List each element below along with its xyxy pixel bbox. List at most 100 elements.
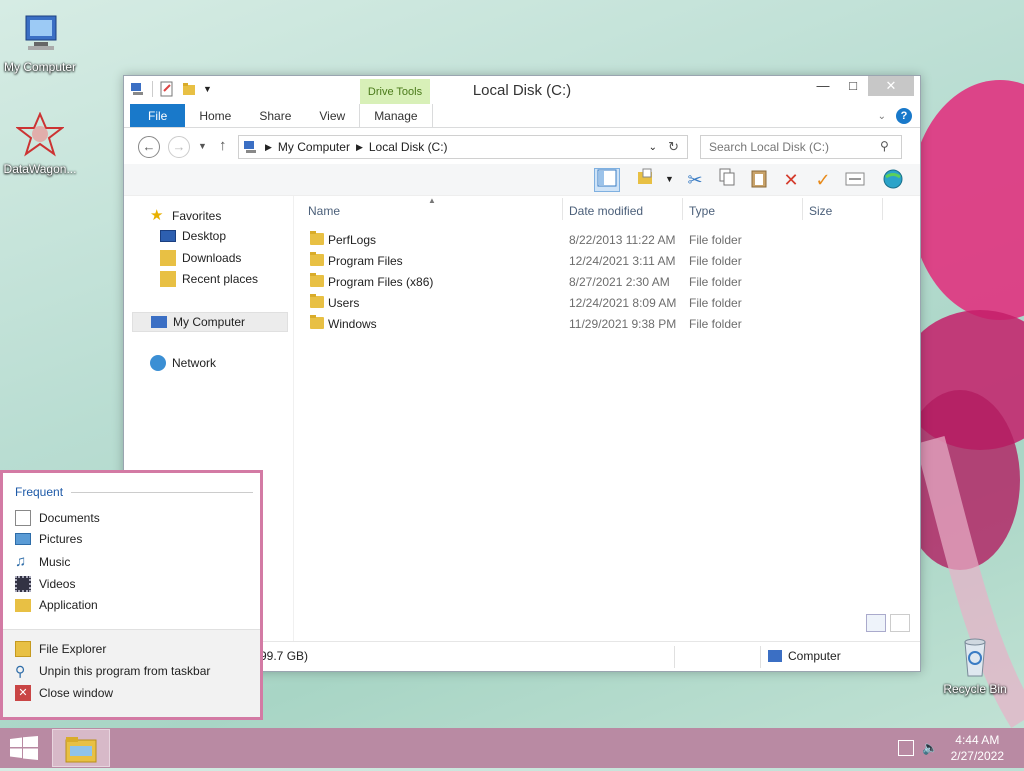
close-icon: ✕ bbox=[15, 685, 31, 701]
column-header-type[interactable]: Type bbox=[689, 204, 715, 218]
file-date: 11/29/2021 9:38 PM bbox=[569, 317, 677, 331]
preview-pane-button[interactable] bbox=[594, 168, 620, 192]
desktop-icon-label: DataWagon... bbox=[3, 162, 77, 176]
breadcrumb-local-disk[interactable]: Local Disk (C:) bbox=[369, 140, 448, 154]
title-bar[interactable]: ▼ Drive Tools Local Disk (C:) — □ ✕ bbox=[124, 76, 920, 105]
table-row[interactable]: Users 12/24/2021 8:09 AM File folder bbox=[304, 293, 904, 314]
jump-list-file-explorer[interactable]: File Explorer bbox=[15, 641, 106, 657]
back-button[interactable]: ← bbox=[138, 136, 160, 158]
close-button[interactable]: ✕ bbox=[868, 76, 914, 96]
file-name: Program Files bbox=[328, 254, 403, 268]
volume-muted-icon[interactable]: 🔈 bbox=[922, 740, 938, 756]
network-tray-icon[interactable] bbox=[898, 740, 914, 756]
search-icon[interactable]: ⚲ bbox=[880, 139, 889, 153]
large-icons-view-icon[interactable] bbox=[890, 614, 910, 632]
jump-list-label: Unpin this program from taskbar bbox=[39, 664, 211, 678]
status-zone: Computer bbox=[788, 649, 841, 663]
ribbon-right-controls: ⌄ ? bbox=[878, 108, 912, 124]
breadcrumb-my-computer[interactable]: My Computer bbox=[278, 140, 350, 154]
desktop-icon-my-computer[interactable]: My Computer bbox=[0, 10, 80, 74]
start-button[interactable] bbox=[10, 736, 38, 760]
folder-icon bbox=[15, 598, 31, 612]
breadcrumb-separator-icon[interactable]: ▶ bbox=[356, 142, 363, 153]
jump-list-item-music[interactable]: ♫ Music bbox=[15, 554, 70, 570]
file-name: Windows bbox=[328, 317, 377, 331]
column-divider[interactable] bbox=[802, 198, 803, 220]
desktop-icon-recycle-bin[interactable]: Recycle Bin bbox=[935, 632, 1015, 696]
column-divider[interactable] bbox=[562, 198, 563, 220]
delete-icon[interactable]: ✕ bbox=[778, 168, 804, 192]
jump-list-item-pictures[interactable]: Pictures bbox=[15, 532, 82, 546]
nav-downloads[interactable]: Downloads bbox=[160, 250, 241, 266]
jump-list-heading: Frequent bbox=[15, 485, 64, 499]
jump-list-unpin[interactable]: ⚲ Unpin this program from taskbar bbox=[15, 663, 210, 679]
properties-window-icon[interactable] bbox=[842, 168, 868, 192]
jump-list-label: Pictures bbox=[39, 532, 83, 546]
nav-network[interactable]: Network bbox=[150, 355, 216, 371]
file-type: File folder bbox=[689, 296, 742, 310]
folder-options-icon[interactable] bbox=[634, 168, 660, 192]
downloads-icon bbox=[160, 250, 176, 266]
jump-list-close-window[interactable]: ✕ Close window bbox=[15, 685, 113, 701]
nav-desktop[interactable]: Desktop bbox=[160, 229, 226, 243]
status-divider bbox=[760, 646, 761, 668]
tab-share[interactable]: Share bbox=[245, 104, 305, 127]
folder-icon bbox=[310, 252, 324, 266]
table-row[interactable]: Program Files (x86) 8/27/2021 2:30 AM Fi… bbox=[304, 272, 904, 293]
desktop-icon-label: My Computer bbox=[3, 60, 77, 74]
table-row[interactable]: Program Files 12/24/2021 3:11 AM File fo… bbox=[304, 251, 904, 272]
pin-icon: ⚲ bbox=[15, 663, 26, 679]
tab-file[interactable]: File bbox=[130, 104, 186, 127]
jump-list-item-documents[interactable]: Documents bbox=[15, 510, 100, 526]
column-header-date[interactable]: Date modified bbox=[569, 204, 643, 218]
nav-desktop-label: Desktop bbox=[182, 229, 227, 243]
copy-icon[interactable] bbox=[714, 168, 740, 192]
star-icon: ★ bbox=[150, 207, 164, 224]
desktop-icon-datawagon[interactable]: DataWagon... bbox=[0, 111, 80, 176]
jump-list-divider bbox=[71, 492, 253, 493]
file-date: 12/24/2021 8:09 AM bbox=[569, 296, 677, 310]
refresh-icon[interactable]: ↻ bbox=[668, 139, 679, 155]
rename-check-icon[interactable]: ✓ bbox=[810, 168, 836, 192]
tab-manage[interactable]: Manage bbox=[359, 104, 433, 127]
jump-list-item-videos[interactable]: Videos bbox=[15, 576, 75, 592]
jump-list-tasks: File Explorer ⚲ Unpin this program from … bbox=[3, 629, 260, 717]
breadcrumb-separator-icon[interactable]: ▶ bbox=[265, 142, 272, 153]
cut-icon[interactable]: ✂ bbox=[682, 168, 708, 192]
nav-favorites[interactable]: ★ Favorites bbox=[150, 208, 221, 224]
column-divider[interactable] bbox=[882, 198, 883, 220]
nav-favorites-label: Favorites bbox=[172, 209, 222, 223]
search-input[interactable]: Search Local Disk (C:) bbox=[700, 135, 902, 159]
jump-list-item-application[interactable]: Application bbox=[15, 598, 98, 612]
minimize-button[interactable]: — bbox=[808, 76, 838, 96]
address-dropdown-icon[interactable]: ⌄ bbox=[649, 142, 657, 153]
nav-recent-places[interactable]: Recent places bbox=[160, 271, 258, 287]
maximize-button[interactable]: □ bbox=[838, 76, 868, 96]
tab-view[interactable]: View bbox=[305, 104, 359, 127]
help-icon[interactable]: ? bbox=[896, 108, 912, 124]
column-divider[interactable] bbox=[682, 198, 683, 220]
column-header-size[interactable]: Size bbox=[809, 204, 832, 218]
desktop-icon-label: Recycle Bin bbox=[943, 682, 1007, 696]
computer-icon bbox=[16, 10, 64, 58]
folder-options-dropdown-icon[interactable]: ▼ bbox=[665, 174, 674, 184]
system-clock[interactable]: 4:44 AM 2/27/2022 bbox=[951, 732, 1004, 764]
tab-home[interactable]: Home bbox=[185, 104, 245, 127]
recent-locations-icon[interactable]: ▼ bbox=[198, 141, 207, 151]
column-header-name[interactable]: Name bbox=[308, 204, 340, 218]
file-name: Users bbox=[328, 296, 360, 310]
status-text: 99.7 GB) bbox=[260, 649, 309, 663]
file-type: File folder bbox=[689, 317, 742, 331]
taskbar-file-explorer-button[interactable] bbox=[52, 729, 110, 767]
nav-my-computer-label: My Computer bbox=[173, 315, 246, 329]
forward-button[interactable]: → bbox=[168, 136, 190, 158]
paste-icon[interactable] bbox=[746, 168, 772, 192]
globe-icon[interactable] bbox=[880, 168, 906, 192]
details-view-icon[interactable] bbox=[866, 614, 886, 632]
expand-ribbon-icon[interactable]: ⌄ bbox=[878, 111, 886, 122]
table-row[interactable]: PerfLogs 8/22/2013 11:22 AM File folder bbox=[304, 230, 904, 251]
table-row[interactable]: Windows 11/29/2021 9:38 PM File folder bbox=[304, 314, 904, 335]
nav-my-computer[interactable]: My Computer bbox=[132, 312, 288, 332]
address-bar[interactable]: ▶ My Computer ▶ Local Disk (C:) ⌄ ↻ bbox=[238, 135, 688, 159]
up-button[interactable]: ↑ bbox=[219, 137, 227, 154]
